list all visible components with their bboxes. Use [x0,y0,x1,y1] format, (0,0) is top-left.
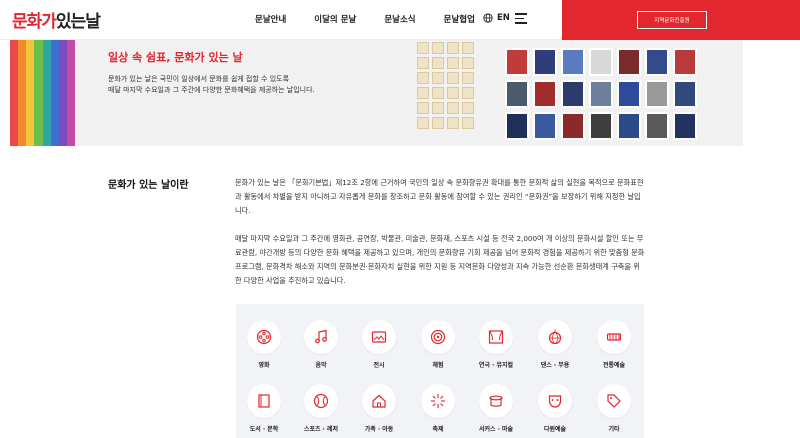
book-icon [247,384,281,418]
hero-description: 문화가 있는 날은 국민이 일상에서 문화를 쉽게 접할 수 있도록 매달 마지… [108,74,358,96]
music-note-icon [304,320,338,354]
category-grid: 영화 음악 전시 체험 연극 · 뮤지컬 댄스 · 무용 전통예술 도서 · 문… [236,304,644,438]
category-label: 영화 [258,362,270,369]
disco-ball-icon [538,320,572,354]
target-icon [421,320,455,354]
category-label: 다원예술 [543,426,567,433]
intro-paragraph-1: 문화가 있는 날은 「문화기본법」제12조 2항에 근거하여 국민의 일상 속 … [235,178,644,215]
header-red-panel: 지역문화진흥원 [562,0,800,40]
category-multidisciplinary[interactable]: 다원예술 [527,384,583,433]
site-header: 문화가 있는날 문날안내 이달의 문날 문날소식 문날협업 EN 지역문화진흥원 [0,0,800,40]
category-label: 기타 [608,426,620,433]
intro-body: 문화가 있는 날은 「문화기본법」제12조 2항에 근거하여 국민의 일상 속 … [235,176,645,302]
site-logo[interactable]: 문화가 있는날 [12,6,101,32]
category-label: 가족 · 아동 [364,426,394,433]
home-icon [362,384,396,418]
tag-icon [597,384,631,418]
logo-part2: 있는날 [55,12,101,32]
category-label: 체험 [432,362,444,369]
hero-title: 일상 속 쉼표, 문화가 있는 날 [108,51,243,64]
hero-banner: 일상 속 쉼표, 문화가 있는 날 문화가 있는 날은 국민이 일상에서 문화를… [10,40,743,146]
category-sports[interactable]: 스포츠 · 레저 [293,384,349,433]
category-label: 댄스 · 무용 [540,362,570,369]
gallery-icon [362,320,396,354]
globe-icon [483,13,493,23]
main-nav: 문날안내 이달의 문날 문날소식 문날협업 [255,0,503,38]
category-label: 전통예술 [602,362,626,369]
hero-photo-grid [505,48,715,140]
hero-art-tiles-small [417,42,479,129]
hero-description-line2: 매달 마지막 수요일과 그 주간에 다양한 문화혜택을 제공하는 날입니다. [108,86,315,94]
theater-icon [479,320,513,354]
nav-item-cooperation[interactable]: 문날협업 [444,13,475,25]
category-music[interactable]: 음악 [293,320,349,369]
hero-description-line1: 문화가 있는 날은 국민이 일상에서 문화를 쉽게 접할 수 있도록 [108,75,290,83]
ball-icon [304,384,338,418]
category-theater[interactable]: 연극 · 뮤지컬 [468,320,524,369]
film-reel-icon [247,320,281,354]
magic-hat-icon [479,384,513,418]
category-label: 연극 · 뮤지컬 [478,362,514,369]
category-label: 스포츠 · 레저 [303,426,339,433]
region-culture-button[interactable]: 지역문화진흥원 [637,11,707,29]
category-movie[interactable]: 영화 [236,320,292,369]
category-dance[interactable]: 댄스 · 무용 [527,320,583,369]
category-etc[interactable]: 기타 [586,384,642,433]
category-label: 전시 [373,362,385,369]
category-experience[interactable]: 체험 [410,320,466,369]
category-family[interactable]: 가족 · 아동 [351,384,407,433]
category-exhibition[interactable]: 전시 [351,320,407,369]
nav-item-monthly[interactable]: 이달의 문날 [314,13,356,25]
category-label: 축제 [432,426,444,433]
logo-part1: 문화가 [12,12,57,32]
category-label: 음악 [315,362,327,369]
hamburger-menu-icon[interactable] [515,13,527,25]
intro-paragraph-2: 매달 마지막 수요일과 그 주간에 영화관, 공연장, 박물관, 미술관, 문화… [235,234,645,285]
language-label: EN [497,13,510,23]
traditional-instrument-icon [597,320,631,354]
category-books[interactable]: 도서 · 문학 [236,384,292,433]
language-switch[interactable]: EN [483,13,510,23]
category-label: 서커스 · 마술 [478,426,514,433]
nav-item-news[interactable]: 문날소식 [384,13,415,25]
nav-item-about[interactable]: 문날안내 [255,13,286,25]
mask-icon [538,384,572,418]
intro-title: 문화가 있는 날이란 [108,180,189,191]
category-traditional[interactable]: 전통예술 [586,320,642,369]
firework-icon [421,384,455,418]
category-festival[interactable]: 축제 [410,384,466,433]
category-circus[interactable]: 서커스 · 마술 [468,384,524,433]
category-label: 도서 · 문학 [249,426,279,433]
rainbow-book-spines-image [10,40,75,146]
